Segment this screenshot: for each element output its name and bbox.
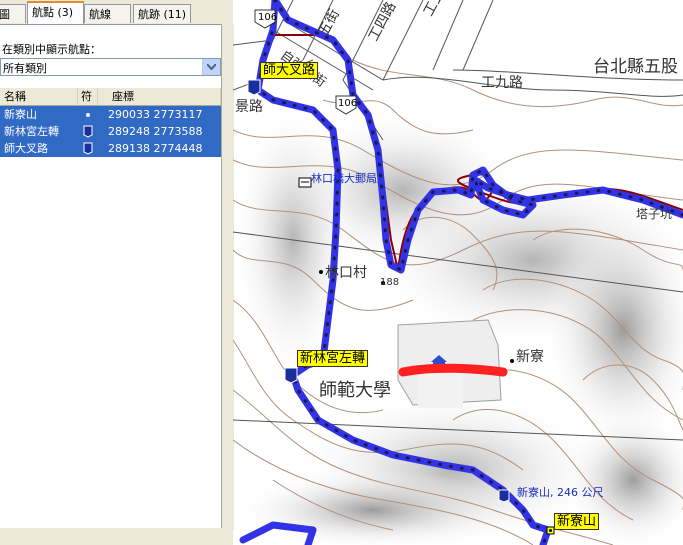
panel-status-strip: [0, 528, 233, 545]
label-road-gongjiu: 工九路: [481, 75, 523, 91]
category-selected-value: 所有類別: [3, 62, 47, 75]
flag-icon: [284, 367, 298, 384]
tab-map[interactable]: 圖: [0, 4, 26, 23]
flag-icon: [78, 123, 98, 140]
tab-tracks[interactable]: 航跡 (11): [133, 4, 191, 23]
waypoint-name: 新林宮左轉: [4, 125, 59, 138]
label-normal-university: 師範大學: [319, 380, 391, 401]
waypoint-row[interactable]: 師大叉路 289138 2774448: [0, 140, 221, 157]
category-select[interactable]: 所有類別: [0, 58, 221, 76]
label-xinliao-peak: 新寮山, 246 公尺: [517, 486, 604, 499]
waypoint-coord: 290033 2773117: [108, 108, 203, 121]
waypoint-coord: 289138 2774448: [108, 142, 203, 155]
label-post-office: 林口橋大郵局: [311, 172, 377, 185]
map-canvas: [233, 0, 683, 545]
column-header-coord[interactable]: 座標: [98, 88, 221, 105]
tab-routes[interactable]: 航線: [84, 4, 131, 23]
tab-waypoints[interactable]: 航點 (3): [27, 1, 84, 24]
waypoint-grid-header: 名稱 符 座標: [0, 88, 221, 106]
waypoint-label-shida[interactable]: 師大叉路: [260, 62, 319, 79]
label-road-jing: 景路: [235, 99, 263, 115]
label-elevation-188: 188: [380, 277, 400, 288]
summit-dot-icon: [78, 106, 98, 123]
column-header-name[interactable]: 名稱: [0, 88, 78, 105]
label-route-106-mid: 106: [338, 98, 358, 109]
summit-icon: [546, 526, 555, 535]
flag-icon: [78, 140, 98, 157]
waypoint-label-xinlin[interactable]: 新林宮左轉: [297, 350, 369, 367]
panel-tabs: 圖 航點 (3) 航線 航跡 (11): [0, 0, 233, 25]
redaction-mark: [398, 363, 508, 377]
category-dropdown-button[interactable]: [202, 59, 220, 75]
flag-icon: [498, 489, 510, 503]
waypoint-row[interactable]: 新林宮左轉 289248 2773588: [0, 123, 221, 140]
waypoint-name: 新寮山: [4, 108, 37, 121]
post-office-icon: [298, 177, 312, 188]
waypoint-coord: 289248 2773588: [108, 125, 203, 138]
chevron-down-icon: [207, 64, 216, 70]
topo-map[interactable]: 台北縣五股 工九路 工五路 工四路 五街 自強五街 景路 106 106 林口橋…: [233, 0, 683, 545]
label-xinliao: 新寮: [516, 349, 544, 365]
label-linkou-village: 林口村: [325, 265, 367, 281]
waypoint-name: 師大叉路: [4, 142, 48, 155]
flag-icon: [247, 79, 261, 96]
waypoint-panel: 圖 航點 (3) 航線 航跡 (11) 在類別中顯示航點： 所有類別 名稱 符 …: [0, 0, 234, 545]
label-tazi-keng: 塔子坑: [636, 207, 673, 221]
label-route-106-top: 106: [258, 12, 278, 23]
waypoint-row[interactable]: 新寮山 290033 2773117: [0, 106, 221, 123]
column-header-symbol[interactable]: 符: [78, 88, 98, 105]
category-filter-label: 在類別中顯示航點：: [2, 43, 101, 56]
waypoint-label-xinliao[interactable]: 新寮山: [554, 513, 600, 530]
label-county: 台北縣五股: [593, 57, 678, 77]
